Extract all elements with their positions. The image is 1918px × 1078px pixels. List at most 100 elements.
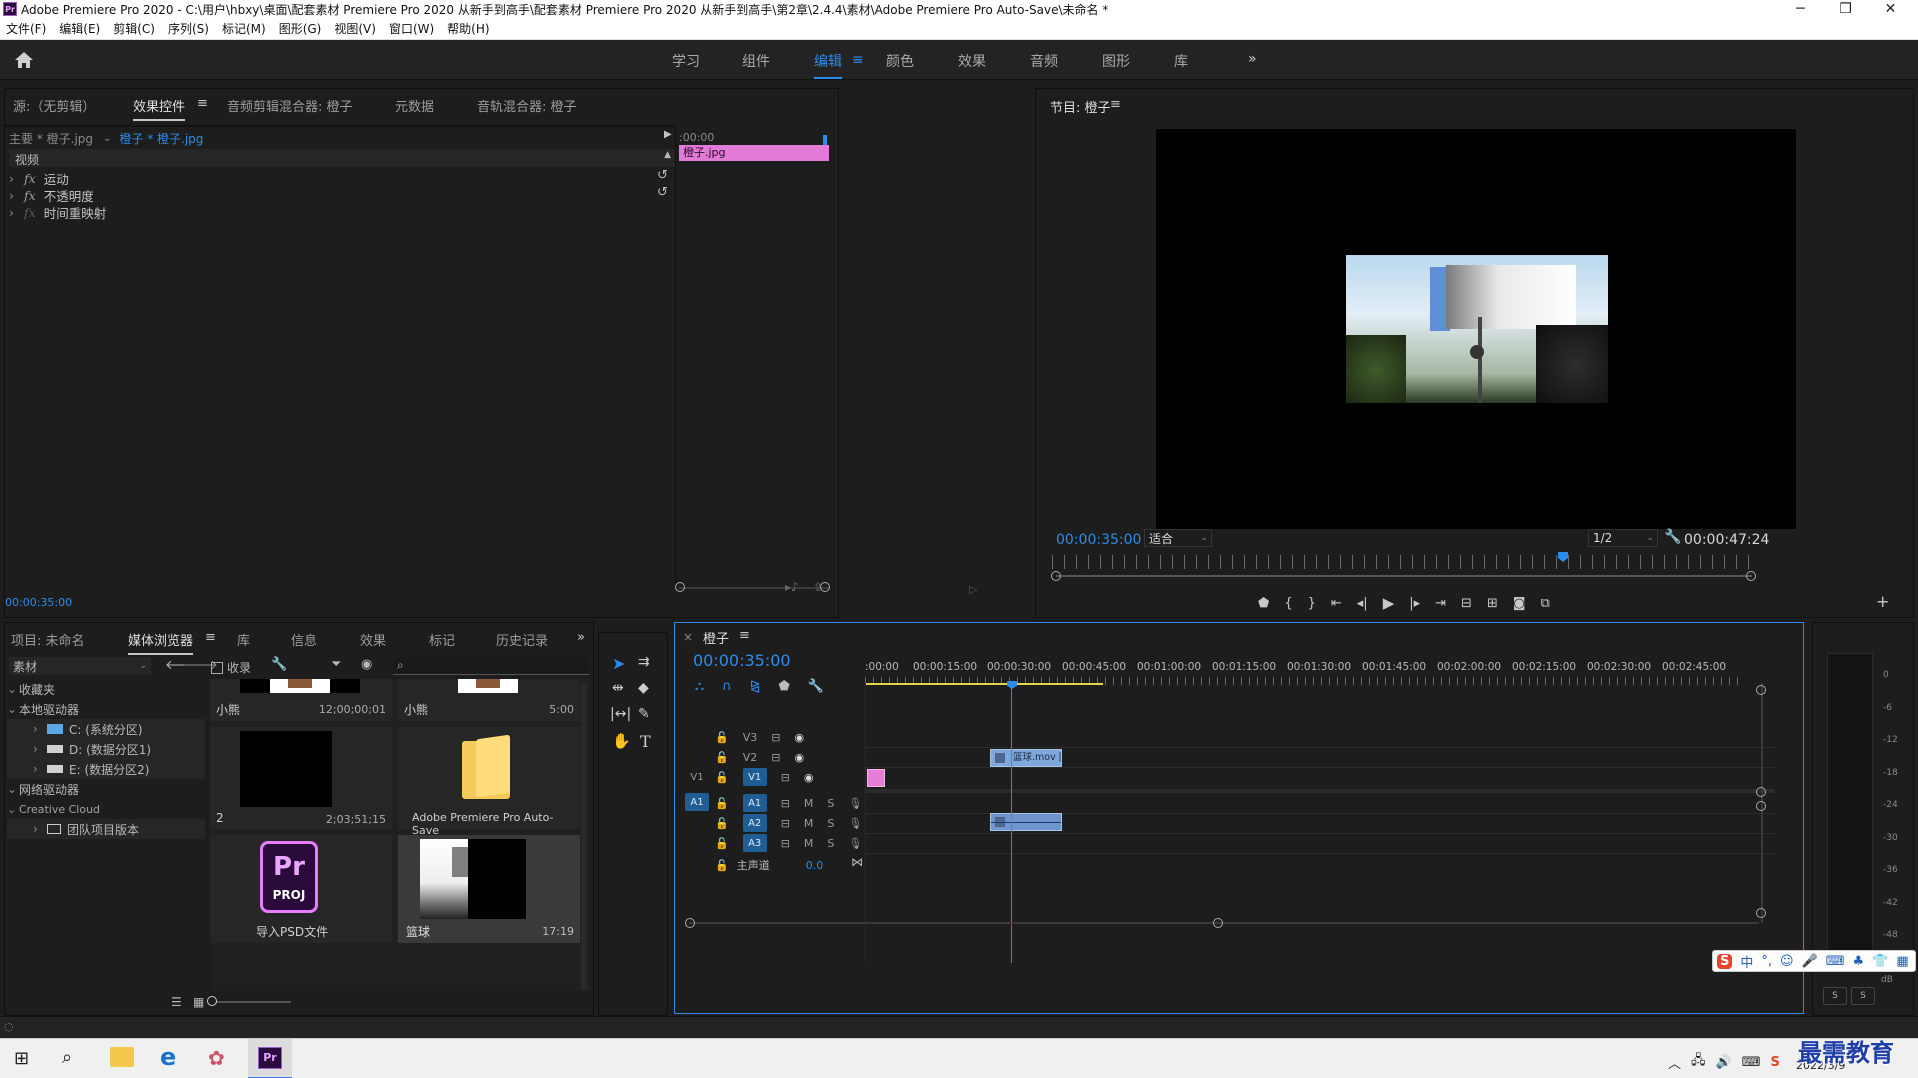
shirt-icon[interactable]: 👕	[1872, 954, 1888, 969]
eye-icon[interactable]: ◉	[794, 751, 804, 764]
track-header-a3[interactable]: 🔓 A3 ⊟ M S 🎙	[715, 833, 862, 853]
scroll-handle[interactable]	[685, 918, 695, 928]
workspace-tab-libraries[interactable]: 库	[1174, 51, 1188, 71]
tree-item-team-projects[interactable]: › 团队项目版本	[7, 819, 205, 839]
panel-menu-icon[interactable]: ≡	[1110, 97, 1121, 112]
timeline-playhead-handle[interactable]	[1007, 681, 1017, 689]
ec-playhead[interactable]	[823, 135, 827, 145]
panel-menu-icon[interactable]: ≡	[205, 630, 216, 645]
collapse-up-icon[interactable]: ▲	[664, 150, 671, 160]
menu-marker[interactable]: 标记(M)	[222, 20, 266, 37]
lock-icon[interactable]: 🔓	[715, 751, 729, 764]
zoom-slider[interactable]	[211, 1001, 291, 1003]
scroll-handle[interactable]	[1756, 787, 1766, 797]
export-icon[interactable]: ⇪	[813, 580, 823, 594]
workspace-tab-assembly[interactable]: 组件	[742, 51, 770, 71]
marker-icon[interactable]: ⬟	[1258, 596, 1269, 611]
clip-v1-orange[interactable]	[867, 769, 885, 787]
program-video-frame[interactable]	[1156, 129, 1796, 529]
scroll-handle[interactable]	[1756, 801, 1766, 811]
workspace-menu-icon[interactable]: ≡	[852, 52, 864, 68]
tree-item-e-drive[interactable]: › E: (数据分区2)	[7, 759, 205, 779]
sync-lock-icon[interactable]: ⊟	[781, 771, 790, 784]
media-item[interactable]: Pr PROJ 导入PSD文件	[210, 835, 392, 943]
expand-chevron-icon[interactable]: ›	[9, 171, 14, 186]
workspace-tab-color[interactable]: 颜色	[886, 51, 914, 71]
sync-lock-icon[interactable]: ⊟	[781, 837, 790, 850]
add-button-icon[interactable]: +	[1876, 592, 1889, 611]
eye-icon[interactable]: ◉	[361, 657, 372, 672]
panel-menu-icon[interactable]: ≡	[197, 96, 208, 111]
grid-menu-icon[interactable]: ▦	[1896, 954, 1908, 969]
eye-icon[interactable]: ◉	[804, 771, 814, 784]
search-icon[interactable]: ⌕	[62, 1047, 72, 1068]
extract-icon[interactable]: ⊞	[1487, 596, 1498, 611]
tree-item-c-drive[interactable]: › C: (系统分区)	[7, 719, 205, 739]
icon-view-icon[interactable]: ▦	[193, 995, 204, 1009]
media-scrollbar[interactable]	[581, 683, 587, 989]
sequence-clip-label[interactable]: 橙子 * 橙子.jpg	[119, 130, 203, 147]
play-only-audio-icon[interactable]: ▸♪	[785, 580, 799, 594]
master-clip-label[interactable]: 主要 * 橙子.jpg	[9, 130, 93, 147]
eye-icon[interactable]: ◉	[794, 731, 804, 744]
bowtie-icon[interactable]: ⋈	[851, 855, 863, 869]
type-tool-icon[interactable]: T	[640, 732, 651, 751]
lock-icon[interactable]: 🔓	[715, 859, 729, 872]
master-volume-value[interactable]: 0.0	[806, 859, 824, 872]
scroll-handle[interactable]	[675, 582, 685, 592]
clip-a2-basketball-audio[interactable]	[990, 813, 1062, 831]
step-back-icon[interactable]: ◂|	[1357, 596, 1368, 611]
insert-nested-icon[interactable]: ⛬	[695, 679, 704, 694]
volume-icon[interactable]: 🔊	[1716, 1055, 1732, 1070]
media-item[interactable]: 小熊 12;00;00;01	[210, 679, 392, 721]
workspace-tab-learn[interactable]: 学习	[672, 51, 700, 71]
track-header-a1[interactable]: 🔓 A1 ⊟ M S 🎙	[715, 793, 862, 813]
workspace-tab-graphics[interactable]: 图形	[1102, 51, 1130, 71]
tab-media-browser[interactable]: 媒体浏览器	[128, 630, 194, 655]
network-icon[interactable]: 🖧	[1691, 1051, 1706, 1073]
tab-effects[interactable]: 效果	[360, 630, 386, 649]
menu-window[interactable]: 窗口(W)	[389, 20, 434, 37]
wrench-icon[interactable]: 🔧	[1664, 529, 1681, 545]
media-item[interactable]: 2 2;03;51;15	[210, 727, 392, 829]
scroll-handle[interactable]	[1746, 571, 1756, 581]
skin-icon[interactable]: ♣	[1853, 954, 1865, 969]
edge-browser-icon[interactable]: e	[160, 1043, 176, 1071]
hand-tool-icon[interactable]: ✋	[612, 732, 631, 750]
close-tab-icon[interactable]: ×	[683, 630, 693, 644]
microphone-icon[interactable]: 🎤	[1802, 954, 1818, 969]
menu-sequence[interactable]: 序列(S)	[168, 20, 209, 37]
media-item[interactable]: Adobe Premiere Pro Auto-Save	[398, 727, 580, 837]
mark-in-icon[interactable]: {	[1284, 596, 1292, 611]
program-timecode[interactable]: 00:00:35:00	[1056, 532, 1141, 548]
microphone-icon[interactable]: 🎙	[848, 817, 862, 830]
lock-icon[interactable]: 🔓	[715, 731, 729, 744]
tab-project[interactable]: 项目: 未命名	[11, 630, 85, 649]
close-button[interactable]: ✕	[1868, 0, 1913, 18]
tab-effect-controls[interactable]: 效果控件	[133, 96, 186, 121]
track-header-v2[interactable]: 🔓 V2 ⊟ ◉	[715, 747, 804, 767]
tab-source[interactable]: 源:（无剪辑）	[13, 96, 95, 115]
microphone-icon[interactable]: 🎙	[848, 837, 862, 850]
scroll-handle[interactable]	[1051, 571, 1061, 581]
menu-clip[interactable]: 剪辑(C)	[113, 20, 155, 37]
go-to-out-icon[interactable]: ⇥	[1435, 596, 1446, 611]
ime-language-toggle[interactable]: 中	[1740, 952, 1753, 971]
step-forward-icon[interactable]: |▸	[1409, 596, 1420, 611]
ime-punct-toggle[interactable]: °,	[1761, 954, 1772, 969]
tray-expand-icon[interactable]: ︿	[1668, 1053, 1681, 1072]
track-header-v3[interactable]: 🔓 V3 ⊟ ◉	[715, 727, 804, 747]
minimize-button[interactable]: ─	[1778, 0, 1823, 18]
workspace-tab-effects[interactable]: 效果	[958, 51, 986, 71]
tab-audio-clip-mixer[interactable]: 音频剪辑混合器: 橙子	[227, 96, 353, 115]
track-header-master[interactable]: 🔓 主声道 0.0	[715, 855, 823, 875]
tab-markers[interactable]: 标记	[429, 630, 455, 649]
expand-chevron-icon[interactable]: ›	[9, 188, 14, 203]
slip-tool-icon[interactable]: |↔|	[610, 706, 631, 722]
tree-item-local[interactable]: ⌄ 本地驱动器	[7, 699, 205, 719]
menu-view[interactable]: 视图(V)	[334, 20, 376, 37]
lock-icon[interactable]: 🔓	[715, 797, 729, 810]
app-icon[interactable]: ✿	[208, 1046, 225, 1070]
ripple-edit-tool-icon[interactable]: ⇹	[612, 680, 624, 696]
menu-edit[interactable]: 编辑(E)	[59, 20, 100, 37]
